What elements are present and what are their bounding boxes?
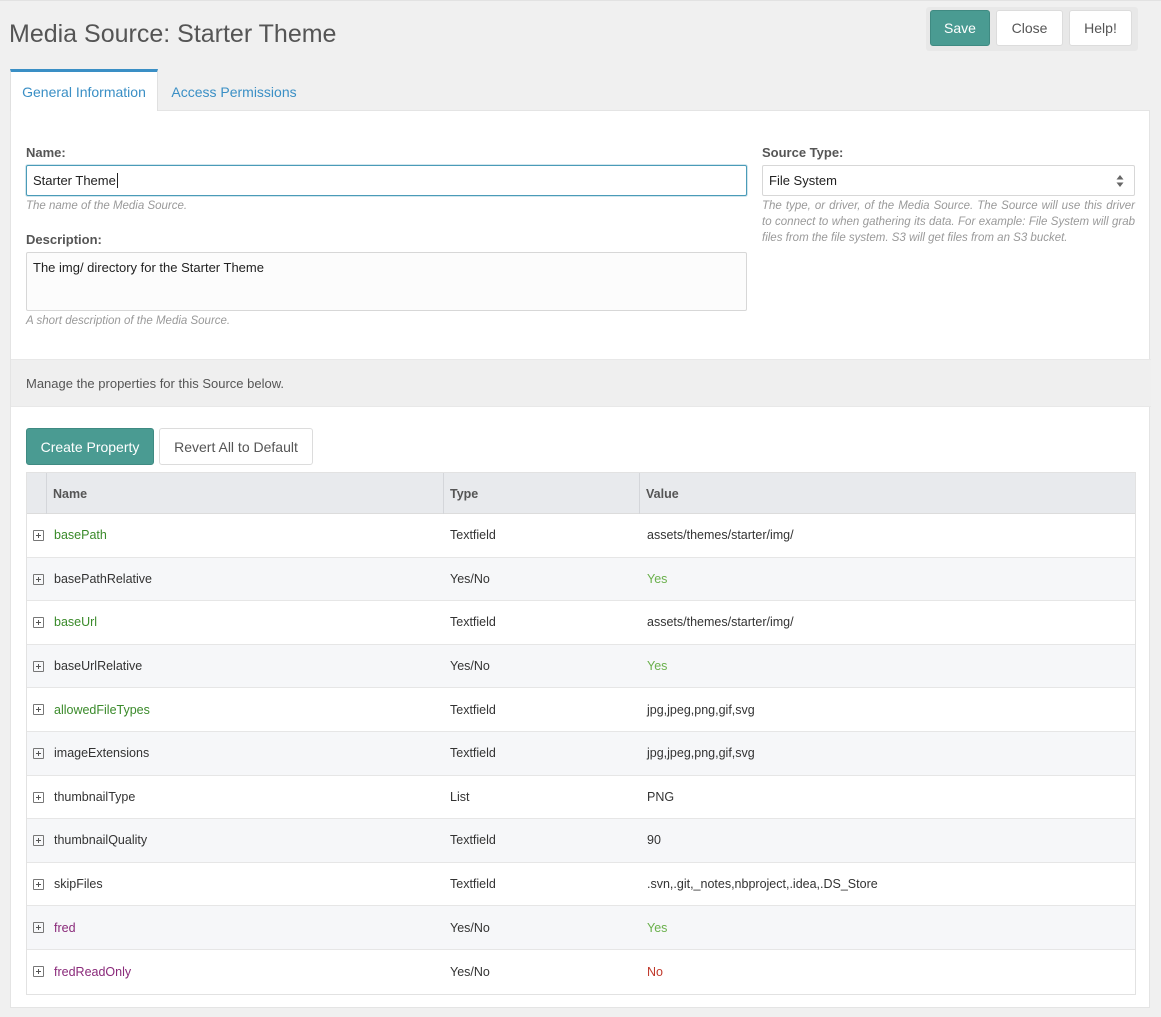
property-value[interactable]: assets/themes/starter/img/ <box>647 514 794 557</box>
property-value[interactable]: 90 <box>647 819 661 862</box>
action-buttons: Save Close Help! <box>926 7 1138 51</box>
revert-all-button[interactable]: Revert All to Default <box>159 428 313 465</box>
table-row[interactable]: allowedFileTypes Textfield jpg,jpeg,png,gi… <box>27 688 1135 732</box>
column-header-name[interactable]: Name <box>46 473 444 514</box>
property-name: fredReadOnly <box>54 964 132 979</box>
plus-square-icon[interactable] <box>33 747 44 759</box>
create-property-button[interactable]: Create Property <box>26 428 154 465</box>
plus-square-icon[interactable] <box>33 835 44 847</box>
property-type: Textfield <box>450 528 496 543</box>
property-name: basePath <box>54 528 107 543</box>
close-button[interactable]: Close <box>996 10 1063 46</box>
property-name: baseUrl <box>54 615 98 630</box>
name-label: Name: <box>26 145 66 160</box>
column-header-value[interactable]: Value <box>639 473 1135 514</box>
table-row[interactable]: fredReadOnly Yes/No No <box>27 950 1135 994</box>
property-name: basePathRelative <box>54 571 152 586</box>
table-row[interactable]: basePathRelative Yes/No Yes <box>27 557 1135 602</box>
tab-access-permissions[interactable]: Access Permissions <box>160 69 308 111</box>
property-value[interactable]: Yes <box>647 558 667 601</box>
plus-square-icon[interactable] <box>33 965 44 977</box>
property-value[interactable]: .svn,.git,_notes,nbproject,.idea,.DS_Sto… <box>647 863 878 906</box>
property-name: skipFiles <box>54 877 103 892</box>
page-title: Media Source: Starter Theme <box>9 20 337 48</box>
table-row[interactable]: baseUrl Textfield assets/themes/starter/im… <box>27 601 1135 645</box>
properties-grid: Name Type Value basePath Textfield assets/… <box>26 472 1136 995</box>
source-type-value: File System <box>769 173 837 188</box>
property-type: Textfield <box>450 833 496 848</box>
description-help: A short description of the Media Source. <box>26 315 231 327</box>
column-header-type[interactable]: Type <box>443 473 639 514</box>
table-row[interactable]: imageExtensions Textfield jpg,jpeg,png,gif… <box>27 731 1135 776</box>
property-name: imageExtensions <box>54 746 150 761</box>
property-value[interactable]: assets/themes/starter/img/ <box>647 601 794 644</box>
name-input-value: Starter Theme <box>33 173 116 188</box>
table-row[interactable]: skipFiles Textfield .svn,.git,_notes,nbpro… <box>27 863 1135 907</box>
property-name: thumbnailType <box>54 789 136 804</box>
property-type: List <box>450 789 470 804</box>
name-help: The name of the Media Source. <box>26 200 188 212</box>
property-type: Yes/No <box>450 571 490 586</box>
plus-square-icon[interactable] <box>33 573 44 585</box>
properties-intro-bar: Manage the properties for this Source be… <box>11 359 1151 407</box>
property-name: allowedFileTypes <box>54 702 150 717</box>
property-name: baseUrlRelative <box>54 659 143 674</box>
description-label: Description: <box>26 232 102 247</box>
table-row[interactable]: thumbnailType List PNG <box>27 776 1135 820</box>
source-type-select[interactable]: File System <box>762 165 1135 196</box>
source-type-label: Source Type: <box>762 145 844 160</box>
plus-square-icon[interactable] <box>33 922 44 934</box>
property-type: Yes/No <box>450 964 490 979</box>
description-textarea[interactable]: The img/ directory for the Starter Theme <box>26 252 747 311</box>
property-value[interactable]: jpg,jpeg,png,gif,svg <box>647 732 755 775</box>
grid-header: Name Type Value <box>27 473 1135 514</box>
property-type: Yes/No <box>450 920 490 935</box>
name-input[interactable]: Starter Theme <box>26 165 747 196</box>
table-row[interactable]: baseUrlRelative Yes/No Yes <box>27 644 1135 689</box>
property-name: fred <box>54 920 76 935</box>
property-type: Textfield <box>450 746 496 761</box>
plus-square-icon[interactable] <box>33 530 44 541</box>
property-value[interactable]: PNG <box>647 776 674 819</box>
property-name: thumbnailQuality <box>54 833 148 848</box>
media-source-page: Media Source: Starter Theme Save Close H… <box>0 0 1161 1017</box>
sort-arrows-icon <box>1116 175 1124 187</box>
property-value[interactable]: Yes <box>647 645 667 688</box>
plus-square-icon[interactable] <box>33 660 44 672</box>
text-caret <box>116 173 118 188</box>
general-information-panel: Name: Starter Theme The name of the Medi… <box>10 110 1151 1008</box>
table-row[interactable]: basePath Textfield assets/themes/starter/i… <box>27 514 1135 558</box>
plus-square-icon[interactable] <box>33 791 44 803</box>
property-value[interactable]: jpg,jpeg,png,gif,svg <box>647 688 755 731</box>
tab-general-information[interactable]: General Information <box>10 69 158 111</box>
grid-body: basePath Textfield assets/themes/starter/i… <box>27 514 1135 994</box>
property-type: Textfield <box>450 615 496 630</box>
property-type: Textfield <box>450 877 496 892</box>
property-value[interactable]: No <box>647 950 663 994</box>
property-type: Yes/No <box>450 659 490 674</box>
property-value[interactable]: Yes <box>647 906 667 949</box>
property-type: Textfield <box>450 702 496 717</box>
plus-square-icon[interactable] <box>33 704 44 716</box>
help-button[interactable]: Help! <box>1069 10 1132 46</box>
table-row[interactable]: thumbnailQuality Textfield 90 <box>27 819 1135 863</box>
plus-square-icon[interactable] <box>33 617 44 629</box>
plus-square-icon[interactable] <box>33 878 44 890</box>
properties-intro-text: Manage the properties for this Source be… <box>26 375 284 391</box>
source-type-help: The type, or driver, of the Media Source… <box>762 200 1135 244</box>
save-button[interactable]: Save <box>930 10 990 46</box>
table-row[interactable]: fred Yes/No Yes <box>27 906 1135 950</box>
